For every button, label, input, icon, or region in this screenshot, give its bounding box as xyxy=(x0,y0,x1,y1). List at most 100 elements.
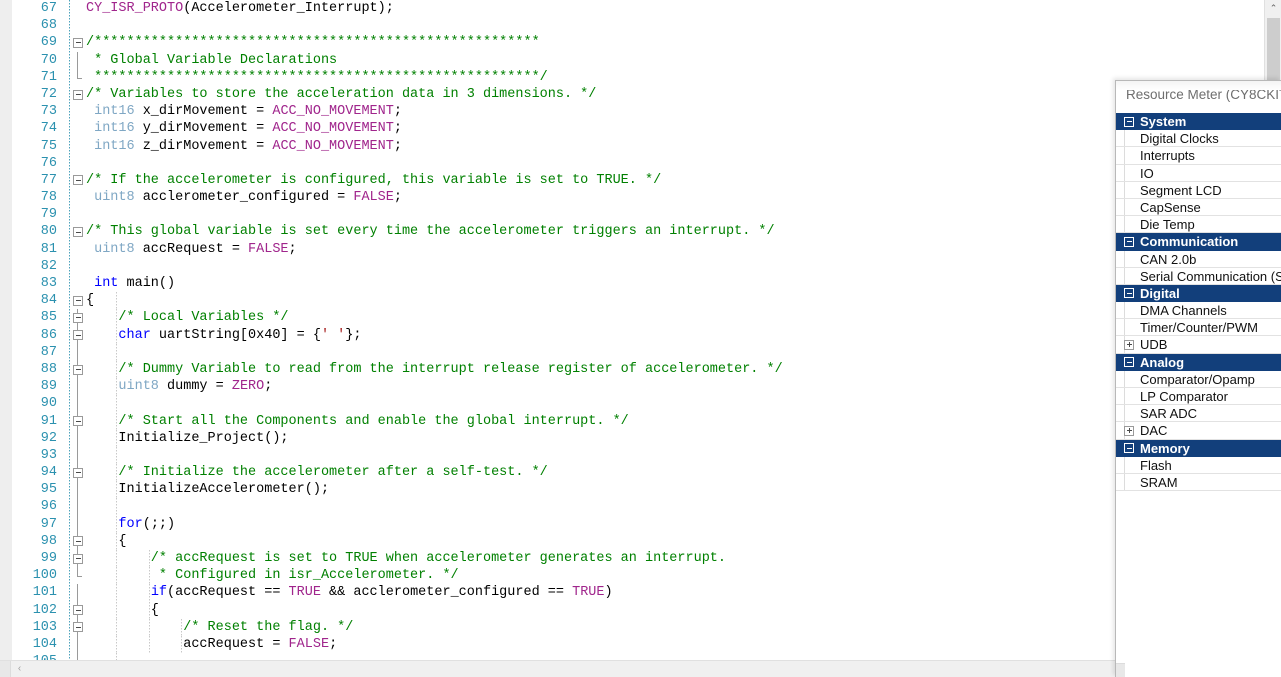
fold-collapse-icon[interactable] xyxy=(73,416,83,427)
code-line[interactable]: 90 xyxy=(12,395,1261,413)
code-line[interactable]: 79 xyxy=(12,206,1261,223)
code-scroll-area[interactable]: 67 CY_ISR_PROTO(Accelerometer_Interrupt);… xyxy=(12,0,1261,660)
fold-collapse-icon[interactable] xyxy=(73,295,83,306)
code-line[interactable]: 70 * Global Variable Declarations xyxy=(12,51,1261,69)
collapse-icon[interactable] xyxy=(1124,443,1134,454)
resource-group-row[interactable]: Communication xyxy=(1116,233,1281,251)
code-line[interactable]: 83 int main() xyxy=(12,275,1261,292)
resource-group-row[interactable]: Digital xyxy=(1116,284,1281,303)
resource-row-label: SAR ADC xyxy=(1140,406,1198,422)
fold-collapse-icon[interactable] xyxy=(73,227,83,238)
collapse-icon[interactable] xyxy=(1124,288,1134,299)
code-line[interactable]: 71 *************************************… xyxy=(12,68,1261,86)
fold-collapse-icon[interactable] xyxy=(73,536,83,547)
code-line[interactable]: 78 uint8 acclerometer_configured = FALSE… xyxy=(12,189,1261,206)
collapse-icon[interactable] xyxy=(1124,116,1134,127)
code-token: y_dirMovement = xyxy=(134,121,273,137)
resource-row-label: Interrupts xyxy=(1140,148,1195,164)
code-line[interactable]: 95 InitializeAccelerometer(); xyxy=(12,481,1261,499)
code-line[interactable]: 92 Initialize_Project(); xyxy=(12,429,1261,447)
fold-collapse-icon[interactable] xyxy=(73,364,83,375)
code-line[interactable]: 76 xyxy=(12,155,1261,172)
editor-horizontal-scrollbar[interactable]: ‹ xyxy=(0,660,1281,677)
code-line[interactable]: 69 /*************************************… xyxy=(12,34,1261,51)
code-line[interactable]: 77 /* If the accelerometer is configured,… xyxy=(12,172,1261,189)
resource-item-row[interactable]: DAC xyxy=(1116,422,1281,440)
resource-group-row[interactable]: System xyxy=(1116,113,1281,131)
code-line[interactable]: 105 xyxy=(12,653,1261,660)
resource-item-row[interactable]: Segment LCD xyxy=(1116,181,1281,199)
code-line[interactable]: 103 /* Reset the flag. */ xyxy=(12,618,1261,636)
code-line[interactable]: 94 /* Initialize the accelerometer after… xyxy=(12,464,1261,482)
resource-item-row[interactable]: LP Comparator xyxy=(1116,388,1281,406)
collapse-icon[interactable] xyxy=(1124,236,1134,247)
code-line[interactable]: 99 /* accRequest is set to TRUE when acc… xyxy=(12,550,1261,568)
code-line[interactable]: 97 for(;;) xyxy=(12,515,1261,533)
code-line[interactable]: 80 /* This global variable is set every t… xyxy=(12,223,1261,240)
resource-group-row[interactable]: Analog xyxy=(1116,353,1281,371)
fold-collapse-icon[interactable] xyxy=(73,605,83,616)
resource-group-row[interactable]: Memory xyxy=(1116,439,1281,457)
code-line[interactable]: 100 * Configured in isr_Accelerometer. *… xyxy=(12,567,1261,585)
code-line[interactable]: 84 { xyxy=(12,292,1261,310)
code-line[interactable]: 91 /* Start all the Components and enabl… xyxy=(12,412,1261,430)
collapse-icon[interactable] xyxy=(1124,357,1134,368)
resource-item-row[interactable]: SRAM xyxy=(1116,473,1281,492)
resource-item-row[interactable]: Flash xyxy=(1116,456,1281,474)
fold-collapse-icon[interactable] xyxy=(73,312,83,323)
scroll-left-arrow-icon[interactable]: ‹ xyxy=(11,661,28,677)
code-line[interactable]: 96 xyxy=(12,498,1261,516)
code-line[interactable]: 82 xyxy=(12,258,1261,275)
line-number: 69 xyxy=(40,35,57,51)
code-line[interactable]: 87 xyxy=(12,343,1261,361)
code-line[interactable]: 85 /* Local Variables */ xyxy=(12,309,1261,327)
fold-collapse-icon[interactable] xyxy=(73,330,83,341)
scroll-up-arrow-icon[interactable]: ⌃ xyxy=(1265,0,1281,17)
resource-item-row[interactable]: Digital Clocks xyxy=(1116,130,1281,148)
resource-item-row[interactable]: UDB xyxy=(1116,336,1281,354)
line-number: 102 xyxy=(32,602,57,618)
code-line[interactable]: 67 CY_ISR_PROTO(Accelerometer_Interrupt); xyxy=(12,0,1261,17)
code-line[interactable]: 101 if(accRequest == TRUE && accleromete… xyxy=(12,584,1261,602)
resource-item-row[interactable]: Comparator/Opamp xyxy=(1116,370,1281,388)
fold-collapse-icon[interactable] xyxy=(73,467,83,478)
resource-row-label: Timer/Counter/PWM xyxy=(1140,320,1258,336)
code-line[interactable]: 75 int16 z_dirMovement = ACC_NO_MOVEMENT… xyxy=(12,138,1261,155)
code-line[interactable]: 98 { xyxy=(12,532,1261,550)
indent-guide xyxy=(116,515,118,533)
code-line[interactable]: 104 accRequest = FALSE; xyxy=(12,635,1261,654)
fold-collapse-icon[interactable] xyxy=(73,553,83,564)
fold-collapse-icon[interactable] xyxy=(73,89,83,100)
code-line[interactable]: 88 /* Dummy Variable to read from the in… xyxy=(12,360,1261,379)
fold-collapse-icon[interactable] xyxy=(73,622,83,633)
code-line[interactable]: 68 xyxy=(12,17,1261,34)
resource-item-row[interactable]: SAR ADC xyxy=(1116,405,1281,423)
resource-item-row[interactable]: CapSense xyxy=(1116,198,1281,217)
line-number: 79 xyxy=(40,207,57,223)
fold-guide-bar xyxy=(77,635,78,654)
fold-collapse-icon[interactable] xyxy=(73,37,83,48)
resource-item-row[interactable]: DMA Channels xyxy=(1116,302,1281,320)
resource-meter-row-list[interactable]: System Digital Clocks Interrupts IO Segment … xyxy=(1116,113,1281,677)
code-line[interactable]: 81 uint8 accRequest = FALSE; xyxy=(12,241,1261,258)
code-line[interactable]: 89 uint8 dummy = ZERO; xyxy=(12,378,1261,396)
resource-item-row[interactable]: Interrupts xyxy=(1116,147,1281,165)
code-line[interactable]: 93 xyxy=(12,446,1261,465)
resource-row-label: DMA Channels xyxy=(1140,303,1227,319)
resource-item-row[interactable]: Die Temp xyxy=(1116,216,1281,234)
code-line[interactable]: 73 int16 x_dirMovement = ACC_NO_MOVEMENT… xyxy=(12,103,1261,120)
code-line[interactable]: 74 int16 y_dirMovement = ACC_NO_MOVEMENT… xyxy=(12,120,1261,137)
resource-meter-panel[interactable]: Resource Meter (CY8CKIT_0 SystemDigital … xyxy=(1115,80,1281,677)
code-line[interactable]: 86 char uartString[0x40] = {' '}; xyxy=(12,326,1261,344)
expand-icon[interactable] xyxy=(1124,339,1134,350)
resource-item-row[interactable]: CAN 2.0b xyxy=(1116,250,1281,268)
resource-item-row[interactable]: IO xyxy=(1116,164,1281,182)
resource-item-row[interactable]: Timer/Counter/PWM xyxy=(1116,319,1281,337)
code-editor[interactable]: 67 CY_ISR_PROTO(Accelerometer_Interrupt);… xyxy=(0,0,1281,677)
expand-icon[interactable] xyxy=(1124,425,1134,436)
code-line[interactable]: 102 { xyxy=(12,601,1261,619)
code-line[interactable]: 72 /* Variables to store the acceleration… xyxy=(12,86,1261,103)
code-token: /* Start all the Components and enable t… xyxy=(86,413,629,429)
fold-collapse-icon[interactable] xyxy=(73,175,83,186)
resource-item-row[interactable]: Serial Communication (S xyxy=(1116,267,1281,285)
